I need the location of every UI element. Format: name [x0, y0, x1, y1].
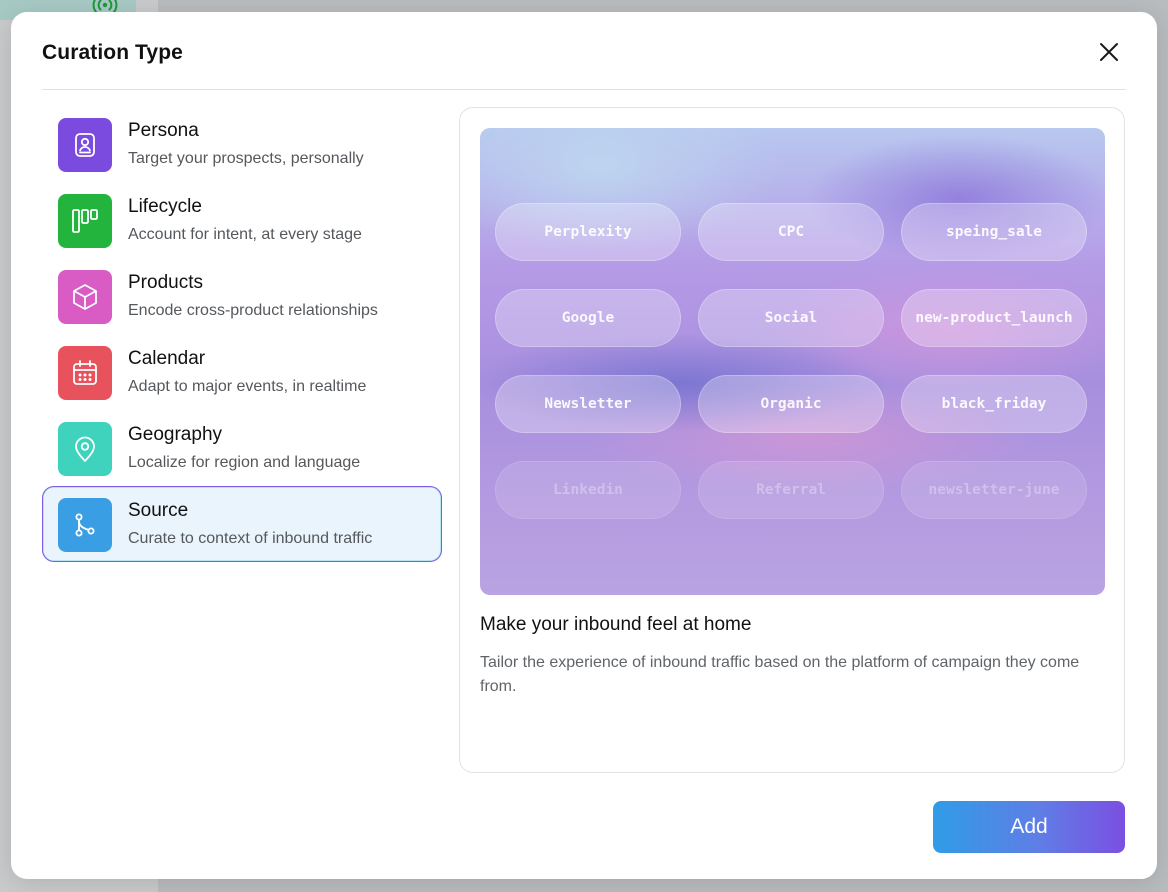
- close-icon: [1098, 41, 1120, 68]
- dialog-title: Curation Type: [42, 41, 183, 64]
- branch-icon: [58, 498, 112, 552]
- curation-type-persona[interactable]: Persona Target your prospects, personall…: [42, 106, 442, 182]
- curation-type-description: Account for intent, at every stage: [128, 226, 362, 243]
- curation-type-calendar[interactable]: Calendar Adapt to major events, in realt…: [42, 334, 442, 410]
- curation-type-geography[interactable]: Geography Localize for region and langua…: [42, 410, 442, 486]
- curation-type-description: Adapt to major events, in realtime: [128, 378, 367, 395]
- source-chip[interactable]: Linkedin: [495, 461, 681, 519]
- cube-icon: [58, 270, 112, 324]
- source-chip[interactable]: Organic: [698, 375, 884, 433]
- curation-type-lifecycle[interactable]: Lifecycle Account for intent, at every s…: [42, 182, 442, 258]
- curation-type-description: Target your prospects, personally: [128, 150, 364, 167]
- source-chip-grid: Perplexity CPC speing_sale Google Social new-…: [495, 203, 1090, 519]
- preview-illustration: Perplexity CPC speing_sale Google Social new-…: [480, 128, 1105, 595]
- source-chip[interactable]: new-product_launch: [901, 289, 1087, 347]
- preview-title: Make your inbound feel at home: [480, 614, 752, 635]
- persona-icon: [58, 118, 112, 172]
- curation-type-list: Persona Target your prospects, personall…: [42, 106, 442, 562]
- source-chip[interactable]: Referral: [698, 461, 884, 519]
- source-chip[interactable]: Newsletter: [495, 375, 681, 433]
- source-chip[interactable]: newsletter-june: [901, 461, 1087, 519]
- curation-type-description: Encode cross-product relationships: [128, 302, 378, 319]
- curation-type-name: Persona: [128, 120, 199, 141]
- curation-type-name: Source: [128, 500, 189, 521]
- curation-type-name: Products: [128, 272, 203, 293]
- curation-type-name: Geography: [128, 424, 223, 445]
- source-chip[interactable]: Perplexity: [495, 203, 681, 261]
- curation-type-products[interactable]: Products Encode cross-product relationsh…: [42, 258, 442, 334]
- calendar-icon: [58, 346, 112, 400]
- lifecycle-icon: [58, 194, 112, 248]
- source-chip[interactable]: Social: [698, 289, 884, 347]
- source-chip[interactable]: CPC: [698, 203, 884, 261]
- preview-description: Tailor the experience of inbound traffic…: [480, 654, 1080, 695]
- curation-type-description: Curate to context of inbound traffic: [128, 530, 373, 547]
- source-chip[interactable]: black_friday: [901, 375, 1087, 433]
- curation-type-source[interactable]: Source Curate to context of inbound traf…: [42, 486, 442, 562]
- preview-panel: Perplexity CPC speing_sale Google Social new-…: [459, 107, 1125, 773]
- header-divider: [42, 89, 1126, 90]
- curation-type-name: Lifecycle: [128, 196, 202, 217]
- curation-type-name: Calendar: [128, 348, 206, 369]
- source-chip[interactable]: speing_sale: [901, 203, 1087, 261]
- add-button[interactable]: Add: [933, 801, 1125, 853]
- curation-type-dialog: Curation Type Persona Target your prospe…: [11, 12, 1157, 879]
- close-button[interactable]: [1093, 38, 1125, 70]
- source-chip[interactable]: Google: [495, 289, 681, 347]
- curation-type-description: Localize for region and language: [128, 454, 361, 471]
- location-pin-icon: [58, 422, 112, 476]
